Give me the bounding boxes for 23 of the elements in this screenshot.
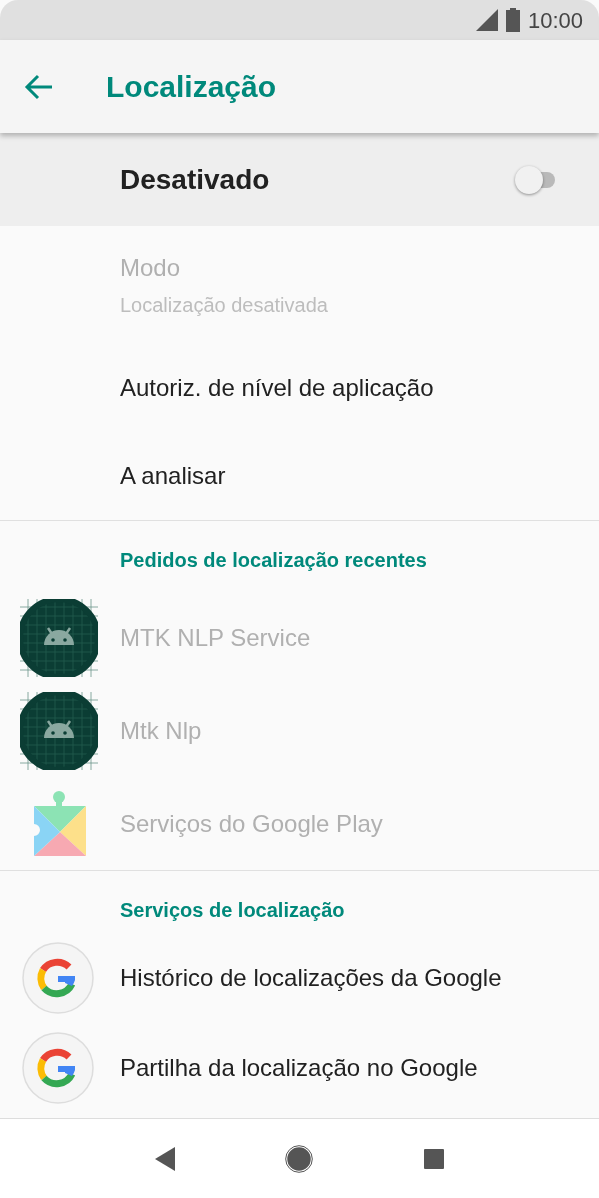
puzzle-icon [32, 789, 88, 858]
page-title: Localização [106, 69, 277, 105]
setting-summary: Localização desativada [120, 293, 329, 318]
setting-title[interactable]: Autoriz. de nível de aplicação [120, 370, 579, 406]
back-nav-icon[interactable] [154, 1146, 175, 1171]
battery-icon [505, 8, 520, 32]
setting-title: Modo [120, 253, 182, 283]
toggle-switch[interactable] [515, 164, 555, 195]
app-name[interactable]: Histórico de localizações da Google [120, 960, 502, 996]
recents-nav-icon[interactable] [424, 1148, 445, 1169]
android-icon [20, 691, 98, 770]
app-name[interactable]: Partilha da localização no Google [120, 1050, 478, 1086]
switch-label: Desativado [120, 162, 270, 197]
setting-title[interactable]: A analisar [120, 458, 579, 494]
clock: 10:00 [527, 6, 583, 35]
section-header: Serviços de localização [119, 898, 346, 923]
section-header: Pedidos de localização recentes [119, 548, 428, 573]
android-icon [20, 598, 98, 677]
home-nav-icon[interactable] [285, 1144, 314, 1173]
signal-icon [475, 9, 498, 31]
google-g-icon [20, 1030, 96, 1106]
google-g-icon [20, 940, 96, 1016]
back-arrow-icon[interactable] [24, 73, 54, 100]
